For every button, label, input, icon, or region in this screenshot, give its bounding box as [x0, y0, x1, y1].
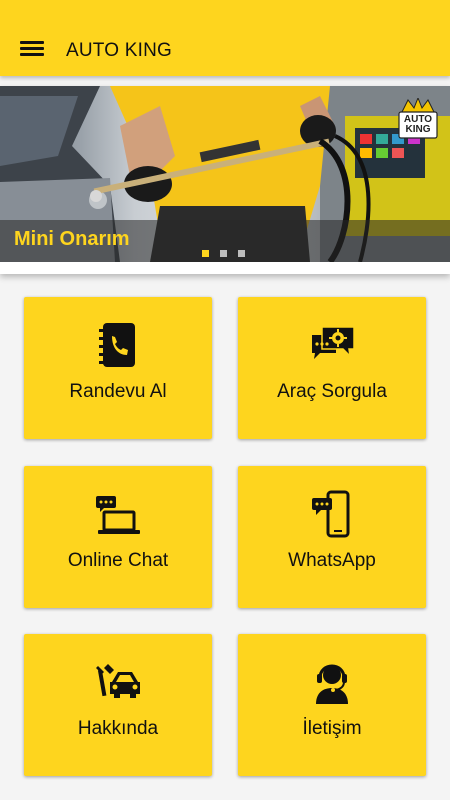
carousel-dot[interactable] — [220, 250, 227, 257]
app-bar: AUTO KING — [0, 0, 450, 76]
hamburger-menu-icon[interactable] — [19, 38, 45, 60]
carousel-indicator — [202, 244, 256, 262]
tile-whatsapp[interactable]: WhatsApp — [238, 466, 426, 608]
app-title: AUTO KING — [66, 40, 172, 61]
tile-label: Randevu Al — [69, 381, 167, 402]
mobile-chat-icon — [312, 490, 350, 538]
tools-car-icon — [96, 664, 140, 698]
support-agent-icon — [316, 664, 348, 704]
tile-iletisim[interactable]: İletişim — [238, 634, 426, 776]
tile-label: WhatsApp — [288, 550, 376, 571]
tile-online-chat[interactable]: Online Chat — [24, 466, 212, 608]
tile-label: Hakkında — [77, 718, 159, 739]
banner-carousel[interactable]: AUTO KING Mini Onarım — [0, 86, 450, 274]
banner-image: AUTO KING Mini Onarım — [0, 86, 450, 262]
tile-hakkinda[interactable]: Hakkında — [24, 634, 212, 776]
tile-label: Online Chat — [67, 550, 169, 571]
phone-book-icon — [99, 323, 135, 367]
tile-randevu-al[interactable]: Randevu Al — [24, 297, 212, 439]
laptop-chat-icon — [96, 496, 140, 534]
chat-gear-icon — [312, 326, 355, 359]
carousel-dot[interactable] — [202, 250, 209, 257]
banner-caption: Mini Onarım — [14, 228, 130, 250]
carousel-dot[interactable] — [238, 250, 245, 257]
logo-text-bottom: KING — [405, 124, 431, 135]
tile-label: Araç Sorgula — [277, 381, 387, 402]
tile-label: İletişim — [302, 718, 362, 739]
tile-arac-sorgula[interactable]: Araç Sorgula — [238, 297, 426, 439]
